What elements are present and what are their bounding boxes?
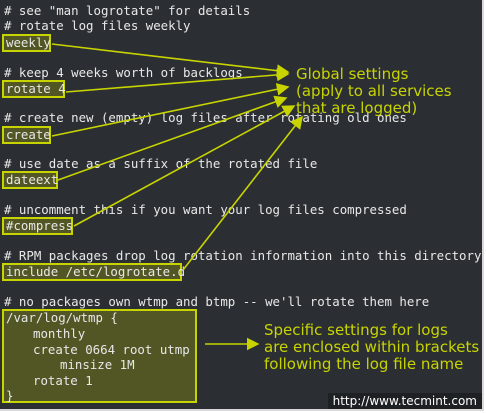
- arrow-rotate: [65, 68, 290, 93]
- annotation-arrows: [51, 43, 303, 351]
- terminal-window: # see "man logrotate" for details # rota…: [0, 0, 484, 411]
- arrow-include: [182, 115, 303, 271]
- annotated-terminal-screenshot: # see "man logrotate" for details # rota…: [0, 0, 486, 413]
- source-watermark: http://www.tecmint.com: [327, 393, 482, 409]
- arrow-weekly: [51, 43, 290, 78]
